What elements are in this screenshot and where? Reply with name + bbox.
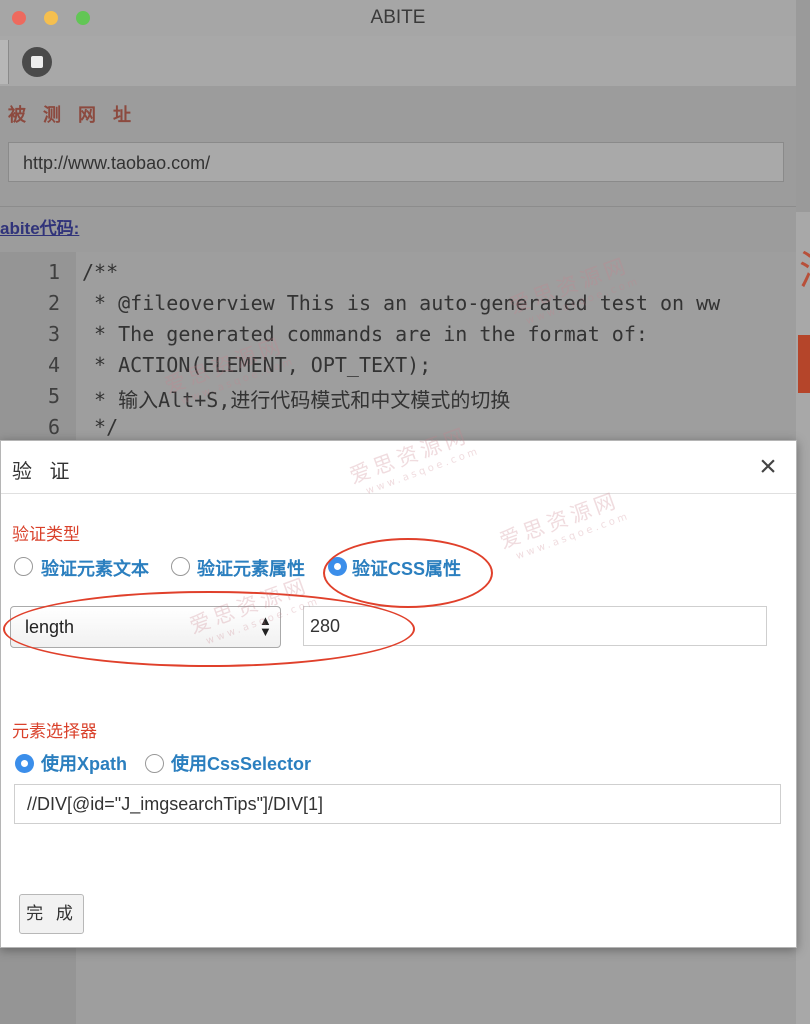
done-button[interactable]: 完 成 xyxy=(19,894,84,934)
line-number: 2 xyxy=(47,291,60,315)
code-line: * @fileoverview This is an auto-generate… xyxy=(82,291,721,315)
line-number: 5 xyxy=(47,384,60,408)
line-number: 6 xyxy=(47,415,60,439)
code-label[interactable]: abite代码: xyxy=(0,214,79,239)
toolbar xyxy=(0,36,796,86)
verify-type-label: 验证类型 xyxy=(12,525,80,544)
annotation-oval-css-option xyxy=(323,538,493,608)
line-number: 1 xyxy=(47,260,60,284)
code-line: */ xyxy=(82,415,119,439)
window-title: ABITE xyxy=(370,7,426,28)
radio-label-use-css-selector[interactable]: 使用CssSelector xyxy=(171,750,311,776)
radio-verify-element-text[interactable] xyxy=(14,557,33,576)
dialog-title: 验 证 xyxy=(12,461,76,483)
line-number: 4 xyxy=(47,353,60,377)
url-label: 被 测 网 址 xyxy=(8,105,138,125)
radio-verify-element-attr[interactable] xyxy=(171,557,190,576)
section-divider xyxy=(0,206,796,207)
selector-label: 元素选择器 xyxy=(12,722,97,741)
background-page-edge xyxy=(796,212,810,1024)
radio-use-css-selector[interactable] xyxy=(145,754,164,773)
close-icon[interactable]: × xyxy=(753,449,783,485)
code-line: * The generated commands are in the form… xyxy=(82,322,648,346)
code-line: /** xyxy=(82,260,119,284)
background-page-banner xyxy=(798,335,810,393)
verify-dialog: 验 证 × 验证类型 验证元素文本 验证元素属性 验证CSS属性 length … xyxy=(0,440,797,948)
toolbar-button-edge[interactable] xyxy=(0,40,9,84)
background-page-char: 涉 xyxy=(799,238,810,296)
line-number: 3 xyxy=(47,322,60,346)
stop-icon[interactable] xyxy=(22,47,52,77)
radio-label-verify-element-text[interactable]: 验证元素文本 xyxy=(41,555,149,581)
dialog-header-divider xyxy=(1,493,796,494)
code-line: * 输入Alt+S,进行代码模式和中文模式的切换 xyxy=(82,388,511,412)
radio-use-xpath[interactable] xyxy=(15,754,34,773)
url-input[interactable]: http://www.taobao.com/ xyxy=(8,142,784,182)
selector-input[interactable]: //DIV[@id="J_imgsearchTips"]/DIV[1] xyxy=(14,784,781,824)
radio-label-use-xpath[interactable]: 使用Xpath xyxy=(41,750,127,776)
